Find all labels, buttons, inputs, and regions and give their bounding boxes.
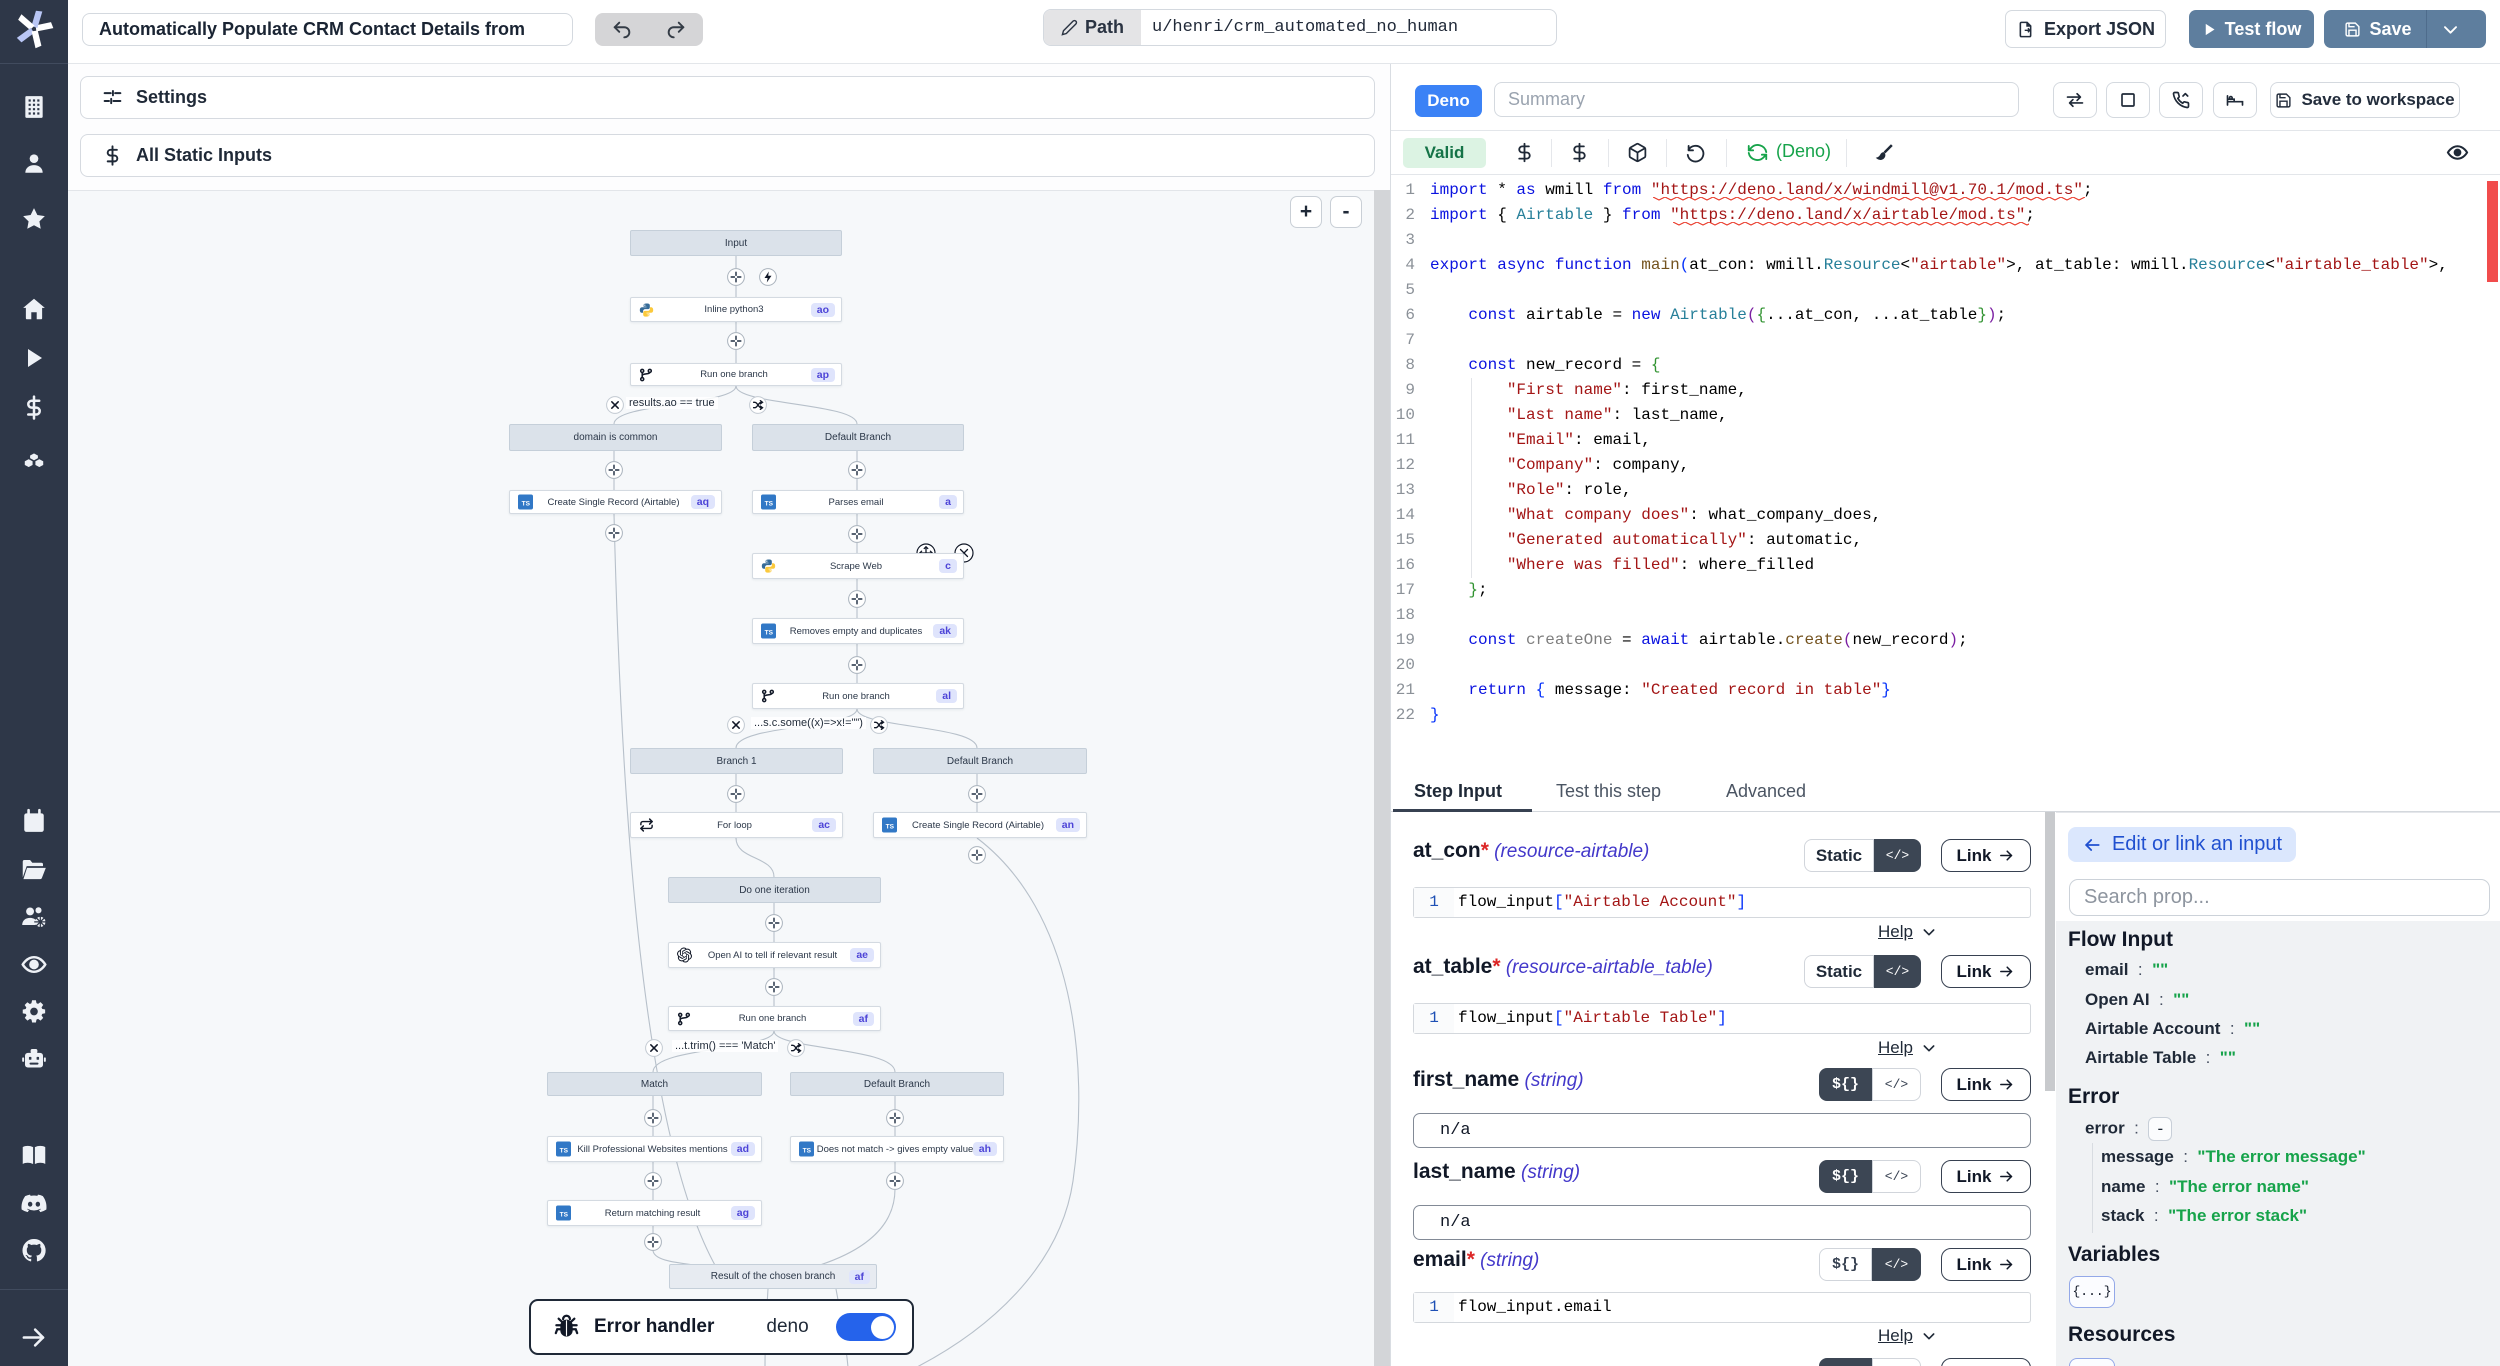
svg-text:TS: TS [886, 823, 895, 830]
svg-text:TS: TS [765, 500, 774, 507]
svg-text:TS: TS [765, 629, 774, 636]
svg-text:TS: TS [803, 1147, 812, 1154]
svg-text:TS: TS [560, 1211, 569, 1218]
svg-text:TS: TS [560, 1147, 569, 1154]
svg-text:TS: TS [522, 500, 531, 507]
